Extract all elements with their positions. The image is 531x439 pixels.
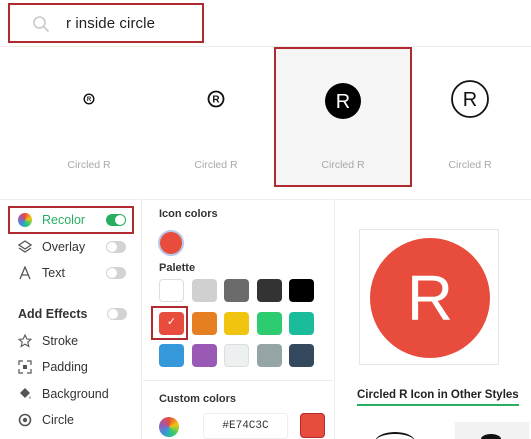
overlay-icon <box>17 239 33 255</box>
other-style-thumb[interactable] <box>455 422 529 439</box>
effect-background[interactable]: Background <box>0 383 140 405</box>
effect-stroke[interactable]: Stroke <box>0 330 140 352</box>
result-card[interactable]: R Circled R <box>25 47 153 187</box>
palette-swatch[interactable] <box>159 279 184 302</box>
search-results: R Circled R R Circled R R Circled R R Ci… <box>0 46 531 194</box>
palette-wheel-icon <box>17 212 33 228</box>
color-panel: Icon colors Palette ✓ Custom colors #E74… <box>143 199 333 439</box>
expand-icon <box>17 359 33 375</box>
effect-label: Padding <box>42 360 88 374</box>
palette-swatch[interactable] <box>256 279 282 302</box>
svg-text:R: R <box>212 95 220 106</box>
result-card-selected[interactable]: R Circled R <box>274 47 412 187</box>
add-effects-title: Add Effects <box>18 307 88 321</box>
circled-r-icon: R <box>83 93 95 105</box>
result-label: Circled R <box>67 159 111 171</box>
color-wheel-icon[interactable] <box>159 417 179 437</box>
palette-swatch[interactable] <box>191 344 217 367</box>
svg-text:R: R <box>87 97 92 103</box>
option-label: Overlay <box>42 240 86 254</box>
custom-colors-title: Custom colors <box>159 393 237 405</box>
overlay-toggle[interactable] <box>106 241 126 253</box>
search-input[interactable]: r inside circle <box>66 15 155 32</box>
svg-text:R: R <box>463 89 477 111</box>
star-outline-icon <box>17 333 33 349</box>
custom-color-swatch[interactable] <box>300 413 325 438</box>
paint-bucket-icon <box>17 386 33 402</box>
other-styles-heading: Circled R Icon in Other Styles <box>357 389 519 406</box>
divider <box>143 380 333 381</box>
result-card[interactable]: R Circled R <box>152 47 280 187</box>
palette-swatch[interactable] <box>256 311 282 335</box>
hex-input[interactable]: #E74C3C <box>203 413 288 439</box>
option-recolor[interactable]: Recolor <box>0 209 140 231</box>
current-icon-color[interactable] <box>158 230 184 256</box>
palette-swatch[interactable] <box>159 344 184 367</box>
effect-label: Circle <box>42 413 74 427</box>
effect-padding[interactable]: Padding <box>0 356 140 378</box>
option-label: Text <box>42 266 65 280</box>
circled-r-icon: R <box>207 90 225 108</box>
recolor-toggle[interactable] <box>106 214 126 226</box>
palette-swatch[interactable] <box>191 311 217 335</box>
result-card[interactable]: R Circled R <box>406 47 531 187</box>
circle-icon <box>17 412 33 428</box>
palette-swatch[interactable] <box>191 279 217 302</box>
effect-circle[interactable]: Circle <box>0 409 140 431</box>
text-toggle[interactable] <box>106 267 126 279</box>
palette-swatch[interactable] <box>256 344 282 367</box>
effect-label: Background <box>42 387 109 401</box>
palette-swatch[interactable] <box>289 344 314 367</box>
circled-r-filled-icon: R <box>325 83 361 119</box>
palette-swatch[interactable] <box>224 311 249 335</box>
icon-colors-title: Icon colors <box>159 208 218 220</box>
effect-label: Stroke <box>42 334 79 348</box>
search-icon <box>33 16 49 32</box>
svg-text:R: R <box>336 91 350 113</box>
palette-swatch[interactable] <box>224 279 249 302</box>
preview-circled-r: R <box>370 238 490 358</box>
result-label: Circled R <box>321 159 365 171</box>
other-style-thumb[interactable] <box>375 432 415 439</box>
palette-swatch[interactable] <box>224 344 249 367</box>
circled-r-outline-icon: R <box>451 80 489 118</box>
preview-panel: R Circled R Icon in Other Styles <box>334 199 531 439</box>
selected-swatch-highlight <box>151 306 188 340</box>
palette-swatch[interactable] <box>289 311 314 335</box>
option-text[interactable]: Text <box>0 262 140 284</box>
option-label: Recolor <box>42 213 86 227</box>
icon-preview: R <box>359 229 499 365</box>
edit-options-panel: Recolor Overlay Text Add Effects Stroke … <box>0 199 142 439</box>
palette-title: Palette <box>159 262 196 274</box>
result-label: Circled R <box>448 159 492 171</box>
effects-toggle[interactable] <box>107 308 127 320</box>
result-label: Circled R <box>194 159 238 171</box>
palette-swatch[interactable] <box>289 279 314 302</box>
option-overlay[interactable]: Overlay <box>0 236 140 258</box>
text-icon <box>17 265 33 281</box>
search-bar[interactable]: r inside circle <box>8 3 204 43</box>
